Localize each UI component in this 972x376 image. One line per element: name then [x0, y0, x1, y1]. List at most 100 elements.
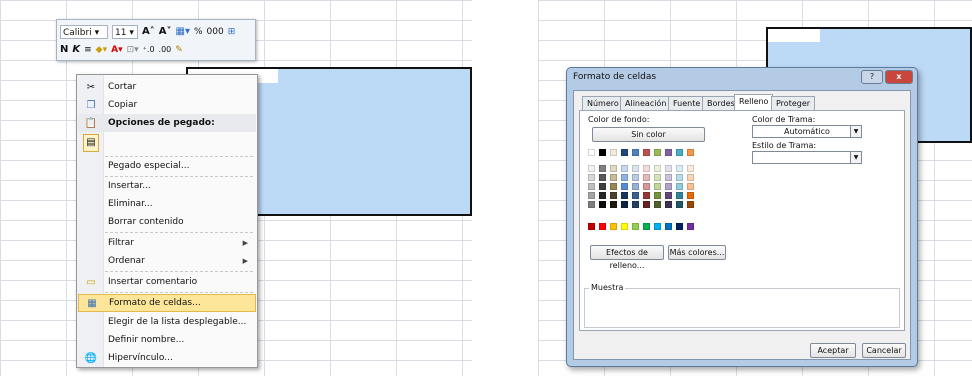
tab-fuente[interactable]: Fuente [668, 96, 706, 110]
color-swatch[interactable] [621, 174, 628, 181]
tab-alineacion[interactable]: Alineación [620, 96, 672, 110]
format-painter-icon[interactable]: ✎ [175, 45, 183, 55]
color-swatch[interactable] [621, 201, 628, 208]
color-swatch[interactable] [676, 149, 683, 156]
color-swatch[interactable] [687, 192, 694, 199]
shrink-font-icon[interactable]: A˅ [159, 26, 172, 37]
color-swatch[interactable] [632, 223, 639, 230]
color-swatch[interactable] [643, 174, 650, 181]
increase-decimal-icon[interactable]: ⁺.0 [143, 45, 155, 54]
color-swatch[interactable] [632, 149, 639, 156]
color-swatch[interactable] [599, 165, 606, 172]
color-swatch[interactable] [610, 165, 617, 172]
color-swatch[interactable] [610, 183, 617, 190]
italic-button[interactable]: K [72, 44, 80, 55]
mas-colores-button[interactable]: Más colores... [668, 245, 726, 260]
color-swatch[interactable] [588, 174, 595, 181]
color-swatch[interactable] [654, 183, 661, 190]
tab-numero[interactable]: Número [582, 96, 624, 110]
color-swatch[interactable] [687, 201, 694, 208]
color-swatch[interactable] [665, 183, 672, 190]
color-swatch[interactable] [588, 223, 595, 230]
menu-item-insertar-comentario[interactable]: ▭ Insertar comentario [78, 273, 256, 291]
bold-button[interactable]: N [60, 44, 68, 55]
menu-item-definir-nombre[interactable]: Definir nombre... [78, 331, 256, 349]
fill-color-icon[interactable]: ◆▾ [96, 45, 107, 55]
color-swatch[interactable] [665, 165, 672, 172]
color-swatch[interactable] [599, 149, 606, 156]
tab-proteger[interactable]: Proteger [771, 96, 816, 110]
color-swatch[interactable] [676, 223, 683, 230]
color-swatch[interactable] [676, 192, 683, 199]
color-swatch[interactable] [643, 149, 650, 156]
color-swatch[interactable] [676, 174, 683, 181]
percent-button[interactable]: % [194, 27, 203, 37]
number-format-icon[interactable]: ▦▾ [176, 26, 190, 37]
color-swatch[interactable] [687, 149, 694, 156]
color-swatch[interactable] [632, 201, 639, 208]
color-swatch[interactable] [632, 165, 639, 172]
menu-item-insertar[interactable]: Insertar... [78, 177, 256, 195]
color-swatch[interactable] [643, 192, 650, 199]
align-center-icon[interactable]: ≡ [84, 45, 92, 55]
color-swatch[interactable] [643, 223, 650, 230]
color-swatch[interactable] [610, 174, 617, 181]
color-swatch[interactable] [676, 201, 683, 208]
color-swatch[interactable] [665, 174, 672, 181]
color-swatch[interactable] [599, 223, 606, 230]
color-swatch[interactable] [687, 165, 694, 172]
menu-item-borrar-contenido[interactable]: Borrar contenido [78, 213, 256, 231]
color-swatch[interactable] [610, 223, 617, 230]
color-swatch[interactable] [654, 149, 661, 156]
color-swatch[interactable] [654, 201, 661, 208]
decrease-decimal-icon[interactable]: .00 [159, 45, 172, 54]
color-swatch[interactable] [621, 192, 628, 199]
font-size-box[interactable]: 11 ▾ [112, 24, 138, 39]
color-swatch[interactable] [588, 192, 595, 199]
close-button[interactable]: x [885, 70, 913, 84]
thousands-button[interactable]: 000 [207, 27, 224, 37]
color-swatch[interactable] [632, 183, 639, 190]
color-swatch[interactable] [665, 192, 672, 199]
menu-item-cortar[interactable]: ✂ Cortar [78, 78, 256, 96]
color-swatch[interactable] [654, 223, 661, 230]
color-swatch[interactable] [643, 201, 650, 208]
color-swatch[interactable] [621, 183, 628, 190]
color-swatch[interactable] [665, 201, 672, 208]
color-swatch[interactable] [632, 192, 639, 199]
color-swatch[interactable] [610, 192, 617, 199]
color-swatch[interactable] [621, 165, 628, 172]
color-swatch[interactable] [599, 201, 606, 208]
menu-item-eliminar[interactable]: Eliminar... [78, 195, 256, 213]
color-swatch[interactable] [610, 149, 617, 156]
color-swatch[interactable] [599, 174, 606, 181]
color-swatch[interactable] [687, 174, 694, 181]
menu-item-pegado-especial[interactable]: Pegado especial... [78, 157, 256, 175]
menu-item-elegir-de-la-lista[interactable]: Elegir de la lista desplegable... [78, 313, 256, 331]
color-swatch[interactable] [632, 174, 639, 181]
font-name-box[interactable]: Calibri ▾ [60, 24, 108, 39]
menu-item-copiar[interactable]: ❐ Copiar [78, 96, 256, 114]
help-button[interactable]: ? [861, 70, 883, 84]
borders-icon[interactable]: ⊡▾ [127, 45, 139, 55]
menu-item-ordenar[interactable]: Ordenar ▶ [78, 252, 256, 270]
menu-item-filtrar[interactable]: Filtrar ▶ [78, 234, 256, 252]
color-swatch[interactable] [654, 192, 661, 199]
color-swatch[interactable] [676, 165, 683, 172]
color-swatch[interactable] [676, 183, 683, 190]
aceptar-button[interactable]: Aceptar [810, 343, 856, 358]
color-swatch[interactable] [599, 192, 606, 199]
grow-font-icon[interactable]: A˄ [142, 26, 155, 37]
estilo-de-trama-select[interactable]: ▼ [752, 151, 862, 164]
color-swatch[interactable] [687, 183, 694, 190]
sin-color-button[interactable]: Sin color [592, 127, 705, 142]
efectos-de-relleno-button[interactable]: Efectos de relleno... [590, 245, 664, 270]
merge-cells-icon[interactable]: ⊞ [228, 27, 236, 37]
color-swatch[interactable] [588, 183, 595, 190]
color-swatch[interactable] [599, 183, 606, 190]
color-swatch[interactable] [654, 165, 661, 172]
color-swatch[interactable] [665, 223, 672, 230]
color-swatch[interactable] [687, 223, 694, 230]
menu-item-formato-de-celdas[interactable]: ▦ Formato de celdas... [78, 294, 256, 312]
tab-relleno[interactable]: Relleno [734, 94, 774, 111]
